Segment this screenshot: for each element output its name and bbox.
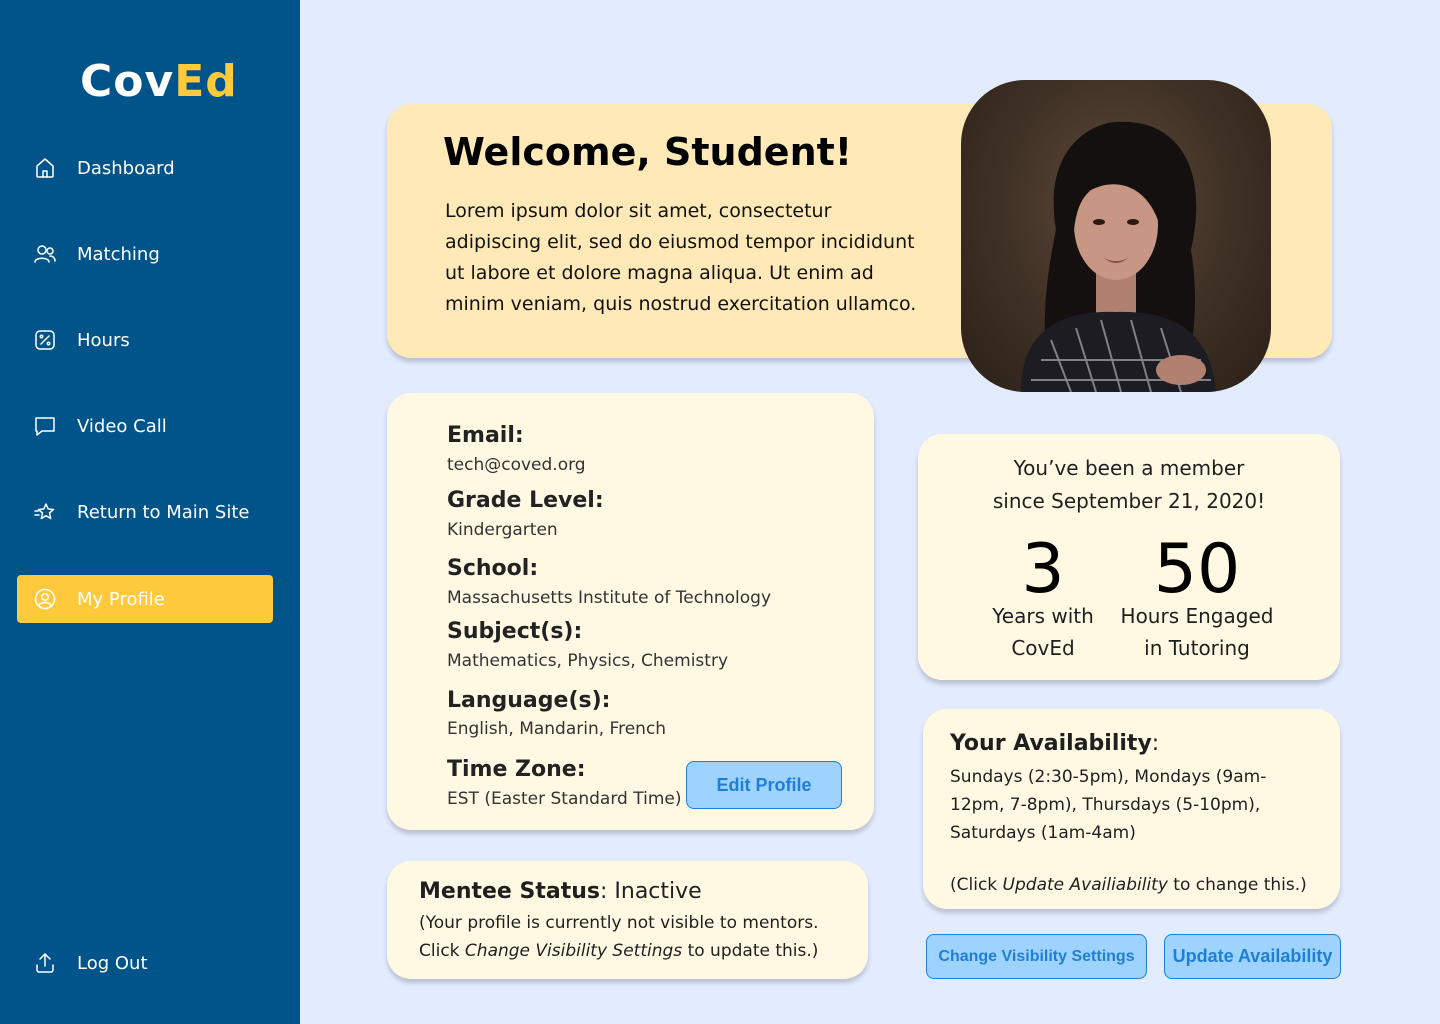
sidebar-item-dashboard[interactable]: Dashboard: [17, 144, 273, 192]
hours-count: 50: [1153, 530, 1241, 609]
logout-button[interactable]: Log Out: [17, 939, 273, 987]
mentee-status-heading: Mentee Status: Inactive: [419, 879, 702, 904]
member-since-text: You’ve been a member since September 21,…: [992, 456, 1266, 513]
sidebar-item-label: Return to Main Site: [77, 501, 250, 523]
profile-photo: [961, 80, 1271, 392]
membership-card: You’ve been a member since September 21,…: [918, 434, 1340, 680]
availability-text: Sundays (2:30-5pm), Mondays (9am-12pm, 7…: [950, 767, 1267, 843]
coved-logo[interactable]: CovEd: [80, 56, 238, 107]
email-value: tech@coved.org: [447, 455, 586, 475]
sidebar-item-label: Dashboard: [77, 157, 175, 179]
sidebar-item-matching[interactable]: Matching: [17, 230, 273, 278]
update-availability-button[interactable]: Update Availability: [1164, 934, 1341, 979]
school-value: Massachusetts Institute of Technology: [447, 588, 772, 608]
chat-icon: [33, 414, 57, 438]
sidebar-item-label: Video Call: [77, 415, 167, 437]
upload-icon: [33, 951, 57, 975]
sidebar-item-return-main-site[interactable]: Return to Main Site: [17, 488, 273, 536]
sidebar-item-label: Matching: [77, 243, 160, 265]
users-icon: [33, 242, 57, 266]
time-zone-label: Time Zone:: [447, 757, 586, 782]
sidebar-item-video-call[interactable]: Video Call: [17, 402, 273, 450]
years-count: 3: [1021, 530, 1065, 609]
languages-label: Language(s):: [447, 688, 611, 713]
school-label: School:: [447, 556, 539, 581]
user-circle-icon: [33, 587, 57, 611]
grade-level-label: Grade Level:: [447, 488, 604, 513]
sidebar-item-label: My Profile: [77, 588, 165, 610]
star-icon: [33, 500, 57, 524]
subjects-value: Mathematics, Physics, Chemistry: [447, 651, 728, 671]
logout-label: Log Out: [77, 952, 148, 974]
grade-level-value: Kindergarten: [447, 520, 558, 540]
years-caption: Years with CovEd: [992, 604, 1094, 660]
availability-note: (Click Update Availiability to change th…: [950, 875, 1307, 895]
availability-card: Your Availability: Sundays (2:30-5pm), M…: [923, 709, 1340, 909]
welcome-text: Lorem ipsum dolor sit amet, consectetur …: [445, 200, 917, 315]
mentee-status-card: Mentee Status: Inactive (Your profile is…: [387, 861, 868, 979]
home-icon: [33, 156, 57, 180]
time-zone-value: EST (Easter Standard Time): [447, 789, 682, 809]
email-label: Email:: [447, 423, 524, 448]
change-visibility-button[interactable]: Change Visibility Settings: [926, 934, 1147, 979]
percent-icon: [33, 328, 57, 352]
hours-caption: Hours Engaged in Tutoring: [1120, 604, 1274, 660]
sidebar-item-label: Hours: [77, 329, 130, 351]
sidebar-item-my-profile[interactable]: My Profile: [17, 575, 273, 623]
sidebar: CovEd Dashboard Matching Hours Video Cal…: [0, 0, 300, 1024]
sidebar-item-hours[interactable]: Hours: [17, 316, 273, 364]
profile-info-card: Email: tech@coved.org Grade Level: Kinde…: [387, 393, 874, 830]
availability-heading: Your Availability:: [950, 731, 1160, 756]
edit-profile-button[interactable]: Edit Profile: [686, 761, 842, 809]
languages-value: English, Mandarin, French: [447, 719, 667, 739]
subjects-label: Subject(s):: [447, 619, 583, 644]
mentee-status-text: (Your profile is currently not visible t…: [419, 913, 819, 961]
welcome-title: Welcome, Student!: [443, 130, 853, 174]
